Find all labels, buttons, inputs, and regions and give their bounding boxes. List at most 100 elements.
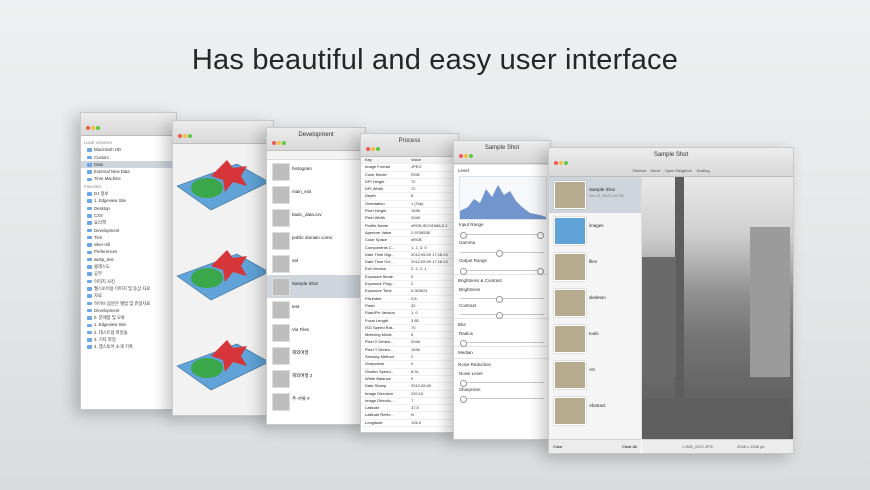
brightness-slider[interactable]	[460, 296, 544, 303]
sidebar-item[interactable]: 웹스토어용 이미지 및 동상 자료	[81, 285, 176, 292]
level-section[interactable]: Level	[454, 164, 550, 176]
sidebar-item[interactable]: 클래스도	[81, 263, 176, 270]
noise-reduction-section[interactable]: Noise Reduction	[454, 358, 550, 370]
input-range-slider[interactable]	[460, 232, 544, 239]
table-row[interactable]: Focal Length 3.85	[361, 318, 458, 325]
brightness-contrast-section[interactable]: Brightness & Contrast	[454, 274, 550, 286]
list-item[interactable]: main_exit	[267, 183, 365, 206]
table-row[interactable]: FlashPix Version 1, 0	[361, 310, 458, 318]
list-item[interactable]: Sample Shot	[267, 275, 365, 298]
color-filter[interactable]: Color	[553, 444, 563, 449]
table-row[interactable]: Color Space sRGB	[361, 237, 458, 245]
gamma-slider[interactable]	[460, 250, 544, 257]
sidebar-item[interactable]: 이미지 사진	[81, 278, 176, 285]
table-row[interactable]: Latitude 37.5	[361, 405, 458, 413]
table-row[interactable]: Longitude 126.9	[361, 420, 458, 427]
window-controls[interactable]	[86, 117, 101, 135]
sidebar-item[interactable]: 0. 문제점 및 오류	[81, 314, 176, 321]
table-row[interactable]: Metering Mode 5	[361, 332, 458, 340]
table-row[interactable]: Date Time Digi... 2012:05:09 17:16:13	[361, 252, 458, 260]
sidebar-toolbar-label[interactable]: Sidebar	[632, 168, 646, 173]
list-item[interactable]: Abstract	[549, 393, 641, 429]
median-section[interactable]: Median	[454, 346, 550, 358]
table-row[interactable]: Aperture Value 2.9708536	[361, 230, 458, 238]
sidebar-item[interactable]: Custom	[81, 154, 176, 161]
sidebar-item[interactable]: DJ 정보	[81, 190, 176, 197]
clear-all-button[interactable]: Clear All	[622, 444, 637, 449]
table-row[interactable]: Flash 32	[361, 303, 458, 311]
sidebar-item[interactable]: 2. 테스트용 파일들	[81, 329, 176, 336]
radius-slider[interactable]	[460, 340, 544, 347]
table-row[interactable]: Exposure Time 0.003021	[361, 288, 458, 296]
list-item[interactable]: saf	[267, 252, 365, 275]
window-controls[interactable]	[178, 125, 193, 143]
table-row[interactable]: Shutter Speed... 8.31	[361, 369, 458, 376]
sidebar-item[interactable]: 공부	[81, 270, 176, 277]
sidebar-item[interactable]: External New Data	[81, 168, 176, 175]
sidebar-item[interactable]: 4. 앱스토어 소개 기록	[81, 343, 176, 350]
sidebar-item[interactable]: 하이브 음반은 앨범 및 쥬얼자료	[81, 300, 176, 307]
sidebar-item[interactable]: 자료	[81, 292, 176, 299]
sidebar-item[interactable]: Tistr	[81, 234, 176, 241]
table-row[interactable]: DPI Width 72	[361, 186, 458, 194]
list-item[interactable]: tools	[549, 321, 641, 357]
list-item[interactable]: skeleton	[549, 285, 641, 321]
table-row[interactable]: DPI Height 72	[361, 179, 458, 187]
table-row[interactable]: Orientation 1 (Top)	[361, 201, 458, 209]
table-row[interactable]: ISO Speed Rat... 70	[361, 325, 458, 333]
list-item[interactable]: files	[549, 249, 641, 285]
sidebar-item[interactable]: viker-roll	[81, 241, 176, 248]
sidebar-item[interactable]: 1. Edgeview Site	[81, 197, 176, 204]
table-row[interactable]: Exposure Mode 0	[361, 274, 458, 282]
table-row[interactable]: Exposure Prog... 2	[361, 281, 458, 289]
list-item[interactable]: test	[267, 298, 365, 321]
table-row[interactable]: Pixel X Dimen... 2048	[361, 339, 458, 347]
table-row[interactable]: Profile Name sRGB IEC61966-2.1	[361, 223, 458, 230]
table-row[interactable]: Depth 8	[361, 193, 458, 201]
table-row[interactable]: Latitude Refer... N	[361, 412, 458, 420]
table-row[interactable]: White Balance 0	[361, 376, 458, 384]
sidebar-item[interactable]: webp_test	[81, 256, 176, 263]
noise-level-slider[interactable]	[460, 380, 544, 387]
table-row[interactable]: Pixel Width 2048	[361, 215, 458, 223]
sidebar-item[interactable]: Development	[81, 227, 176, 234]
sidebar-item[interactable]: 요리책	[81, 219, 176, 226]
table-row[interactable]: Sharpness 0	[361, 361, 458, 369]
list-item[interactable]: Sample Shot Dec 20, 2013 1:41 PM	[549, 177, 641, 213]
sidebar-item[interactable]: Data	[81, 160, 176, 169]
table-row[interactable]: Image Format JPEG	[361, 164, 458, 172]
list-item[interactable]: 해외여행	[267, 344, 365, 367]
list-item[interactable]: 해외여행 2	[267, 367, 365, 390]
open-neighbor-toolbar-label[interactable]: Open Neighbor	[665, 168, 692, 173]
table-row[interactable]: Image Direction 220.10	[361, 391, 458, 398]
list-item[interactable]: basic_data.csv	[267, 206, 365, 229]
table-row[interactable]: Components C... 1, 2, 3, 0	[361, 245, 458, 252]
sharpness-slider[interactable]	[460, 396, 544, 403]
sidebar-item[interactable]: Macintosh HD	[81, 146, 176, 153]
table-row[interactable]: Pixel Height 1536	[361, 208, 458, 216]
scaling-toolbar-label[interactable]: Scaling	[696, 168, 709, 173]
sidebar-item[interactable]: Preferences	[81, 248, 176, 255]
sidebar-item[interactable]: 1. Edgeview Site	[81, 321, 176, 328]
output-range-slider[interactable]	[460, 268, 544, 275]
list-item[interactable]: histogram	[267, 160, 365, 183]
list-item[interactable]: public domain comic	[267, 229, 365, 252]
list-item[interactable]: images	[549, 213, 641, 249]
sidebar-item[interactable]: Desktop	[81, 205, 176, 212]
table-row[interactable]: Date Time Ori... 2012:05:09 17:16:13	[361, 259, 458, 267]
move-toolbar-label[interactable]: Move	[651, 168, 661, 173]
table-row[interactable]: Date Stamp 2012:05:09	[361, 383, 458, 391]
list-item[interactable]: 추-서류 #	[267, 390, 365, 413]
list-item[interactable]: Via Files	[267, 321, 365, 344]
table-row[interactable]: Image Directio... T	[361, 398, 458, 406]
contrast-slider[interactable]	[460, 312, 544, 319]
list-item[interactable]: Art	[549, 357, 641, 393]
sidebar-item[interactable]: Time Machine	[81, 175, 176, 182]
sidebar-item[interactable]: Development	[81, 307, 176, 314]
sidebar-item[interactable]: 3. 기타 파일	[81, 336, 176, 343]
table-row[interactable]: FNumber 2.8	[361, 296, 458, 303]
table-row[interactable]: Exif Version 2, 2, 2, 1	[361, 266, 458, 274]
sidebar-item[interactable]: CSS	[81, 212, 176, 219]
table-row[interactable]: Sensing Method 2	[361, 354, 458, 362]
table-row[interactable]: Color Model RGB	[361, 172, 458, 179]
